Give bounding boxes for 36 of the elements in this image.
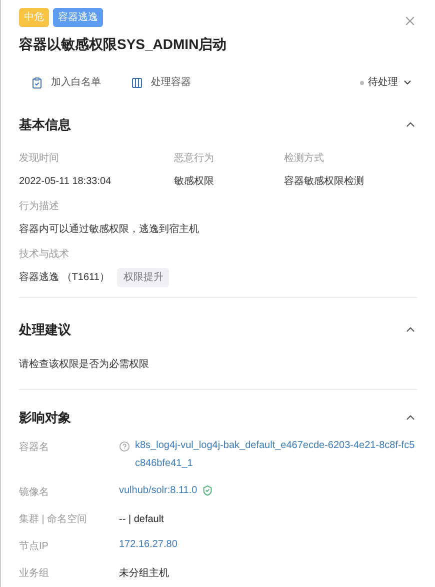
field-label: 镜像名 bbox=[19, 486, 50, 500]
section-title: 处理建议 bbox=[19, 320, 71, 338]
field-label: 业务组 bbox=[19, 566, 50, 580]
clipboard-icon bbox=[31, 76, 43, 88]
field-value: 容器敏感权限检测 bbox=[284, 174, 365, 188]
field-label: 检测方式 bbox=[284, 152, 325, 166]
tactic-tag: 权限提升 bbox=[117, 268, 170, 286]
alert-title: 容器以敏感权限SYS_ADMIN启动 bbox=[19, 35, 228, 54]
field-value: 容器逃逸 （T1611） bbox=[19, 270, 110, 284]
tag: 中危 bbox=[19, 8, 49, 27]
field-label: 行为描述 bbox=[19, 200, 60, 214]
section-title: 基本信息 bbox=[19, 116, 71, 134]
field-label: 集群 | 命名空间 bbox=[19, 512, 88, 526]
action-button[interactable]: 处理容器 bbox=[131, 75, 191, 90]
field-label: 节点IP bbox=[19, 540, 50, 554]
action-button[interactable]: 加入白名单 bbox=[31, 75, 101, 90]
columns-icon bbox=[131, 76, 143, 88]
section-title: 影响对象 bbox=[19, 409, 71, 427]
field-label: 容器名 bbox=[19, 440, 50, 454]
field-value: 容器内可以通过敏感权限，逃逸到宿主机 bbox=[19, 222, 200, 236]
field-label: 恶意行为 bbox=[174, 152, 215, 166]
value-link[interactable]: vulhub/solr:8.11.0 bbox=[119, 482, 198, 500]
shield-check-icon bbox=[202, 484, 214, 496]
close-icon[interactable] bbox=[403, 14, 417, 28]
tag: 容器逃逸 bbox=[53, 8, 103, 27]
value-link[interactable]: 172.16.27.80 bbox=[119, 536, 178, 554]
suggestion-text: 请检查该权限是否为必需权限 bbox=[19, 359, 149, 370]
field-value: 敏感权限 bbox=[174, 174, 215, 188]
field-value: -- | default bbox=[119, 512, 164, 526]
field-label: 发现时间 bbox=[19, 152, 60, 166]
field-value: 未分组主机 bbox=[119, 566, 169, 580]
field-value: 2022-05-11 18:33:04 bbox=[19, 174, 112, 188]
status-dropdown[interactable]: 待处理 bbox=[360, 75, 413, 90]
help-icon bbox=[119, 440, 130, 452]
field-label: 技术与战术 bbox=[19, 248, 70, 262]
value-link[interactable]: k8s_log4j-vul_log4j-bak_default_e467ecde-6203-4e21-8c8f-fc5c846bfe41_1 bbox=[135, 436, 417, 472]
